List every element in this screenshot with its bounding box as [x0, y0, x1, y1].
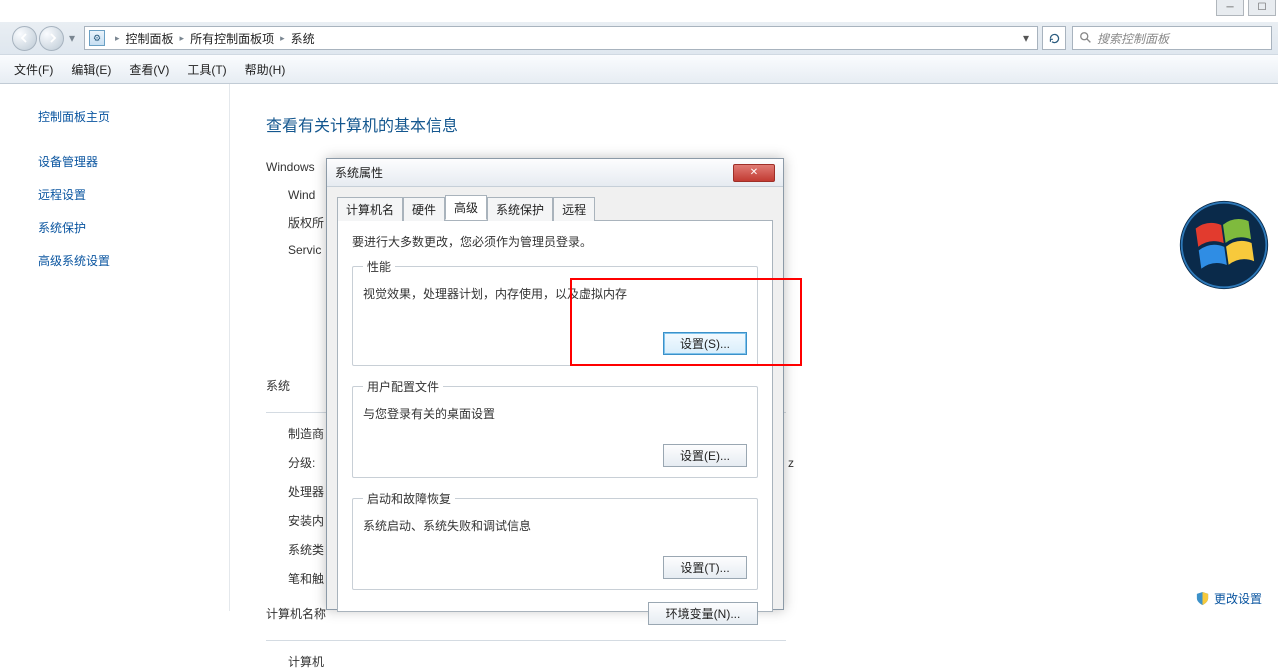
menu-bar: 文件(F) 编辑(E) 查看(V) 工具(T) 帮助(H): [0, 54, 1278, 84]
sidebar-system-protection[interactable]: 系统保护: [38, 219, 229, 236]
search-input[interactable]: 搜索控制面板: [1072, 26, 1272, 50]
menu-edit[interactable]: 编辑(E): [71, 61, 111, 78]
nav-back-button[interactable]: [12, 26, 37, 51]
sidebar-home[interactable]: 控制面板主页: [38, 108, 229, 125]
menu-file[interactable]: 文件(F): [14, 61, 53, 78]
address-dropdown[interactable]: ▾: [1019, 31, 1033, 45]
sidebar: 控制面板主页 设备管理器 远程设置 系统保护 高级系统设置: [0, 84, 230, 611]
change-settings-link[interactable]: 更改设置: [1195, 590, 1262, 607]
tab-remote[interactable]: 远程: [553, 197, 595, 221]
tab-computer-name[interactable]: 计算机名: [337, 197, 403, 221]
breadcrumb-item[interactable]: 系统: [291, 30, 315, 47]
breadcrumb-item[interactable]: 控制面板: [126, 30, 174, 47]
shield-icon: [1195, 591, 1210, 606]
startup-recovery-group: 启动和故障恢复 系统启动、系统失败和调试信息 设置(T)...: [352, 490, 758, 590]
startup-recovery-settings-button[interactable]: 设置(T)...: [663, 556, 747, 579]
admin-note: 要进行大多数更改，您必须作为管理员登录。: [352, 233, 758, 250]
startup-recovery-legend: 启动和故障恢复: [363, 490, 455, 507]
user-profile-settings-button[interactable]: 设置(E)...: [663, 444, 747, 467]
refresh-button[interactable]: [1042, 26, 1066, 50]
search-placeholder: 搜索控制面板: [1097, 30, 1169, 47]
minimize-button[interactable]: ─: [1216, 0, 1244, 16]
control-panel-icon: ⚙: [89, 30, 105, 46]
chevron-right-icon: ▸: [280, 33, 285, 44]
dialog-title: 系统属性: [335, 164, 383, 181]
divider: [266, 640, 786, 641]
sidebar-remote-settings[interactable]: 远程设置: [38, 186, 229, 203]
tab-hardware[interactable]: 硬件: [403, 197, 445, 221]
nav-history-dropdown[interactable]: ▾: [66, 31, 78, 45]
chevron-right-icon: ▸: [180, 33, 185, 44]
windows-logo-icon: [1178, 199, 1270, 291]
menu-view[interactable]: 查看(V): [129, 61, 169, 78]
maximize-button[interactable]: ☐: [1248, 0, 1276, 16]
dialog-tabs: 计算机名 硬件 高级 系统保护 远程: [327, 187, 783, 220]
menu-tools[interactable]: 工具(T): [187, 61, 226, 78]
menu-help[interactable]: 帮助(H): [245, 61, 286, 78]
performance-desc: 视觉效果，处理器计划，内存使用，以及虚拟内存: [363, 285, 747, 302]
nav-forward-button[interactable]: [39, 26, 64, 51]
startup-recovery-desc: 系统启动、系统失败和调试信息: [363, 517, 747, 534]
tab-advanced[interactable]: 高级: [445, 195, 487, 220]
performance-group: 性能 视觉效果，处理器计划，内存使用，以及虚拟内存 设置(S)...: [352, 258, 758, 366]
page-title: 查看有关计算机的基本信息: [266, 112, 1238, 136]
processor-suffix: z: [788, 456, 794, 470]
environment-variables-button[interactable]: 环境变量(N)...: [648, 602, 758, 625]
user-profile-group: 用户配置文件 与您登录有关的桌面设置 设置(E)...: [352, 378, 758, 478]
close-button[interactable]: ✕: [733, 164, 775, 182]
address-bar-row: ▾ ⚙ ▸ 控制面板 ▸ 所有控制面板项 ▸ 系统 ▾ 搜索控制面板: [0, 22, 1278, 54]
dialog-body: 要进行大多数更改，您必须作为管理员登录。 性能 视觉效果，处理器计划，内存使用，…: [337, 220, 773, 612]
chevron-right-icon: ▸: [115, 33, 120, 44]
performance-settings-button[interactable]: 设置(S)...: [663, 332, 747, 355]
performance-legend: 性能: [363, 258, 395, 275]
sidebar-device-manager[interactable]: 设备管理器: [38, 153, 229, 170]
address-bar[interactable]: ⚙ ▸ 控制面板 ▸ 所有控制面板项 ▸ 系统 ▾: [84, 26, 1038, 50]
user-profile-legend: 用户配置文件: [363, 378, 443, 395]
breadcrumb-item[interactable]: 所有控制面板项: [190, 30, 274, 47]
computername-label: 计算机: [288, 653, 1238, 670]
dialog-title-bar[interactable]: 系统属性 ✕: [327, 159, 783, 187]
system-properties-dialog: 系统属性 ✕ 计算机名 硬件 高级 系统保护 远程 要进行大多数更改，您必须作为…: [326, 158, 784, 610]
user-profile-desc: 与您登录有关的桌面设置: [363, 405, 747, 422]
sidebar-advanced-settings[interactable]: 高级系统设置: [38, 252, 229, 269]
change-settings-label: 更改设置: [1214, 590, 1262, 607]
search-icon: [1079, 31, 1093, 45]
tab-system-protection[interactable]: 系统保护: [487, 197, 553, 221]
